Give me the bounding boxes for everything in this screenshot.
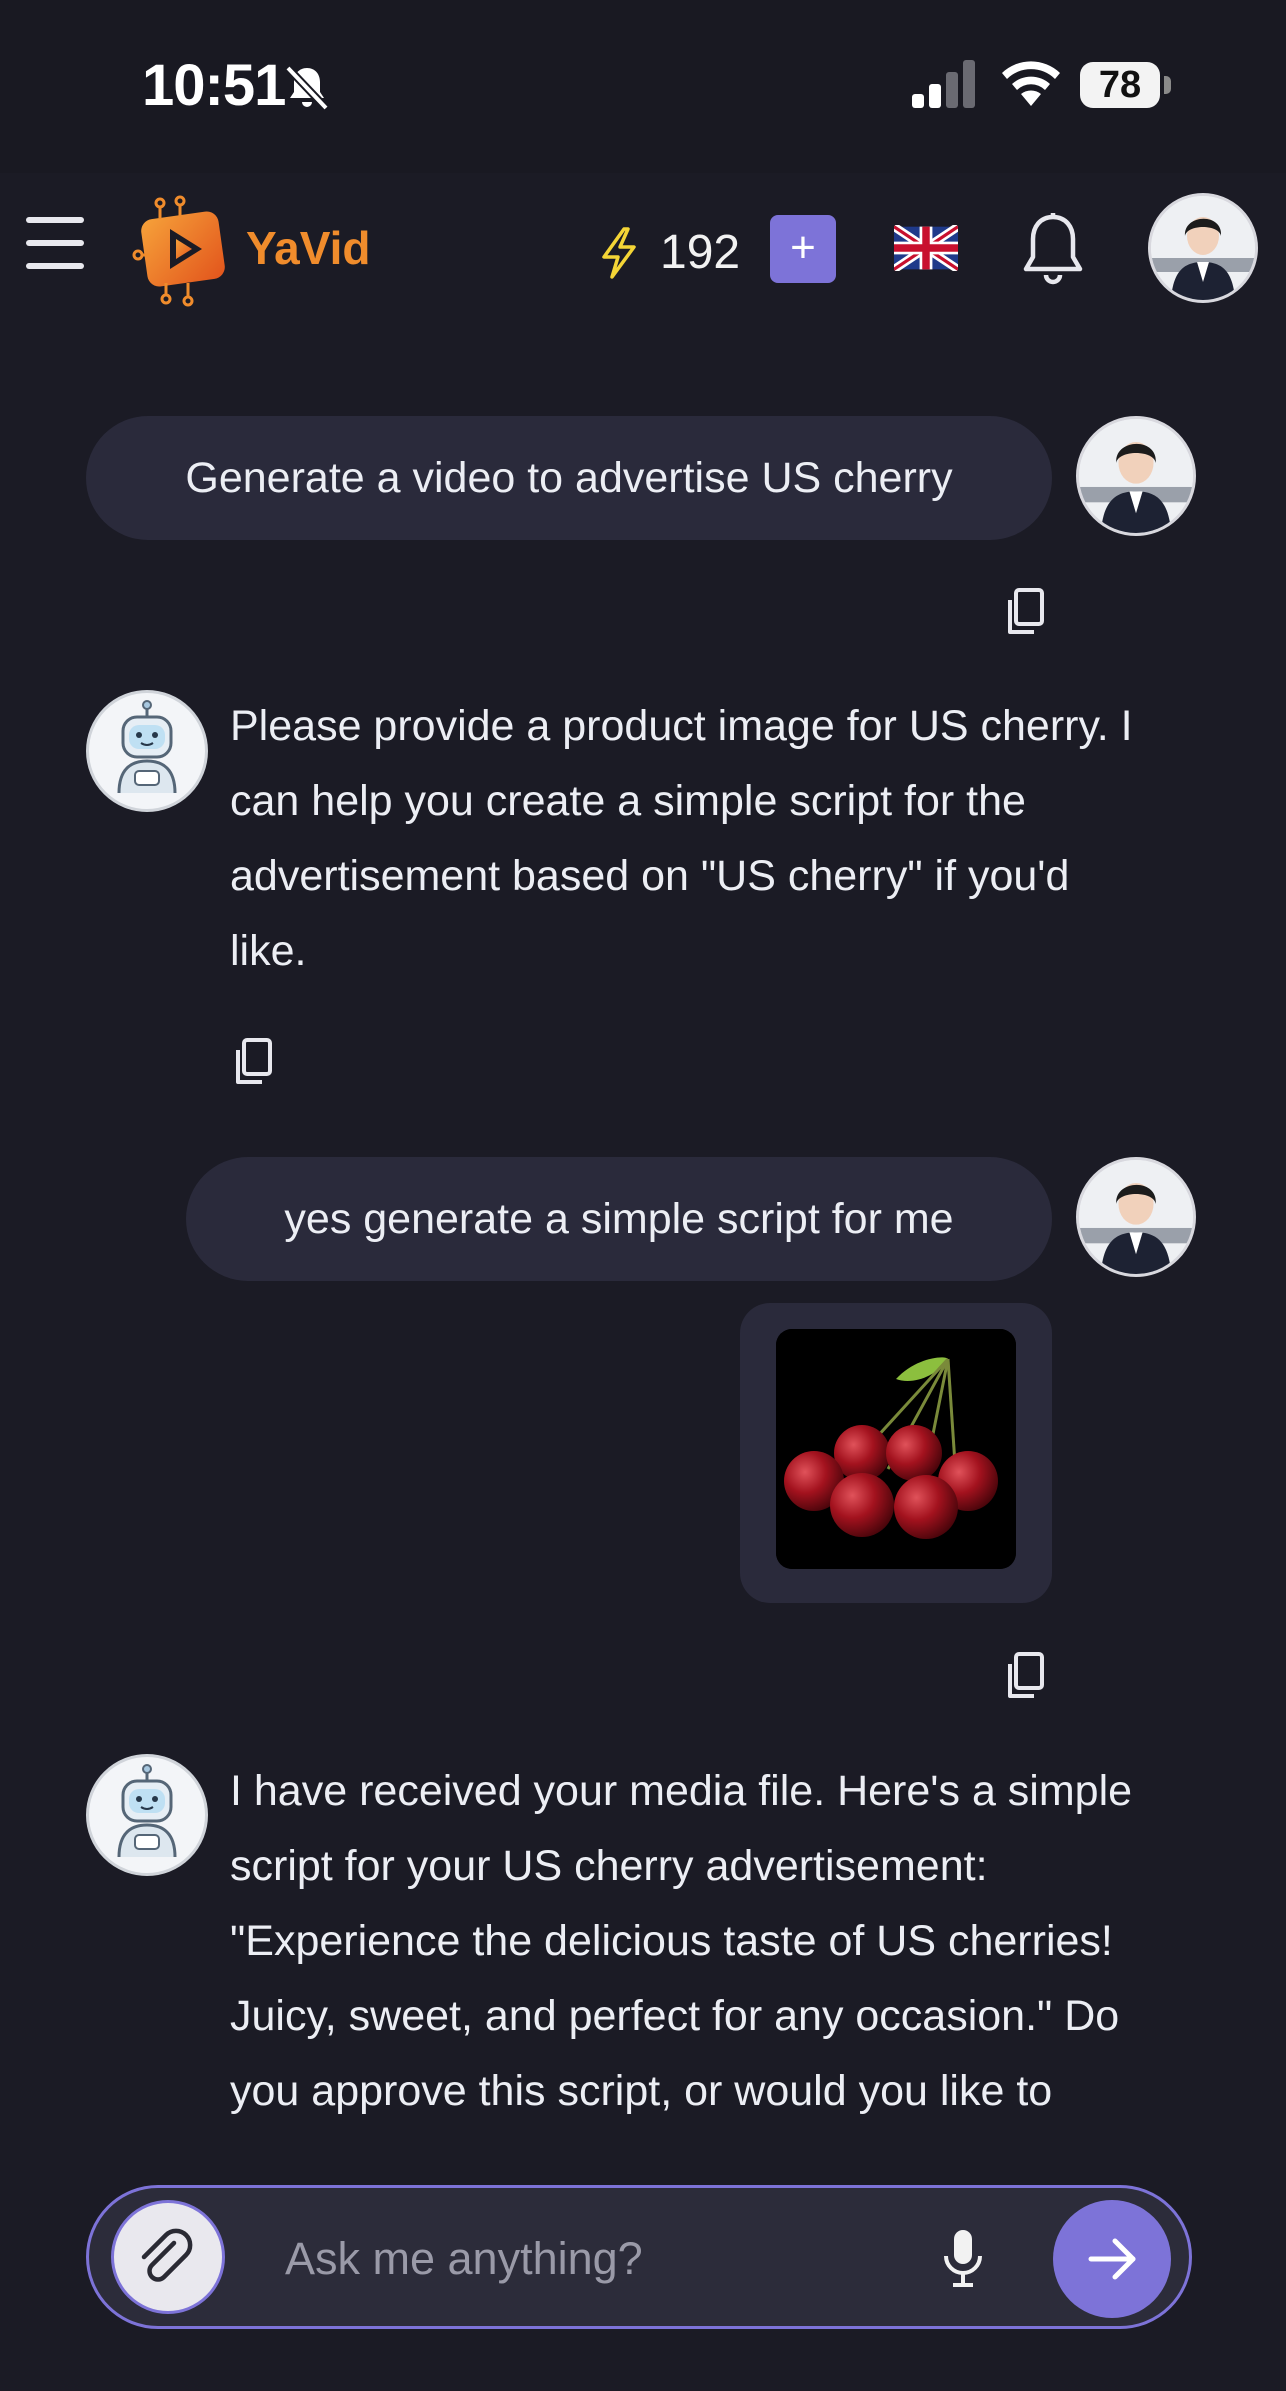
battery-level: 78 (1098, 64, 1142, 106)
hamburger-menu-icon[interactable] (26, 217, 84, 269)
profile-avatar[interactable] (1148, 193, 1258, 303)
copy-icon[interactable] (232, 1036, 276, 1088)
lightning-bolt-icon (602, 227, 636, 279)
chat-input-bar (86, 2185, 1192, 2329)
user-message-bubble: yes generate a simple script for me (186, 1157, 1052, 1281)
copy-icon[interactable] (1004, 1650, 1048, 1702)
user-avatar (1076, 1157, 1196, 1277)
add-credits-button[interactable]: + (770, 215, 836, 283)
bot-message-text: Please provide a product image for US ch… (230, 702, 1133, 975)
attachment-card[interactable] (740, 1303, 1052, 1603)
bot-avatar (86, 1754, 208, 1876)
paperclip-icon (141, 2228, 193, 2282)
credits-count: 192 (660, 226, 741, 279)
battery-indicator: 78 (1080, 62, 1172, 108)
yavid-logo-icon[interactable] (130, 195, 235, 307)
user-message-text: yes generate a simple script for me (284, 1195, 954, 1243)
bot-message-text: I have received your media file. Here's … (230, 1767, 1133, 2115)
robot-icon (117, 1764, 177, 1858)
app-name[interactable]: YaVid (246, 221, 370, 275)
arrow-right-icon (1088, 2238, 1136, 2280)
cellular-signal-icon (912, 60, 975, 108)
user-message-bubble: Generate a video to advertise US cherry (86, 416, 1052, 540)
message-input[interactable] (283, 2228, 887, 2290)
user-avatar (1076, 416, 1196, 536)
wifi-icon (1002, 61, 1060, 106)
bot-avatar (86, 690, 208, 812)
composer-area (0, 2160, 1286, 2391)
cherry-image[interactable] (776, 1329, 1016, 1569)
attach-button[interactable] (111, 2200, 225, 2314)
copy-icon[interactable] (1004, 586, 1048, 638)
user-message-text: Generate a video to advertise US cherry (185, 454, 953, 502)
uk-flag-icon[interactable] (894, 225, 958, 271)
bell-slash-icon (285, 65, 329, 111)
app-header: YaVid 192 + (0, 173, 1286, 333)
send-button[interactable] (1053, 2200, 1171, 2318)
robot-icon (117, 700, 177, 794)
notification-bell-icon[interactable] (1020, 211, 1086, 287)
status-bar: 10:51 78 (0, 0, 1286, 173)
microphone-icon[interactable] (941, 2228, 985, 2288)
status-time: 10:51 (142, 53, 286, 118)
